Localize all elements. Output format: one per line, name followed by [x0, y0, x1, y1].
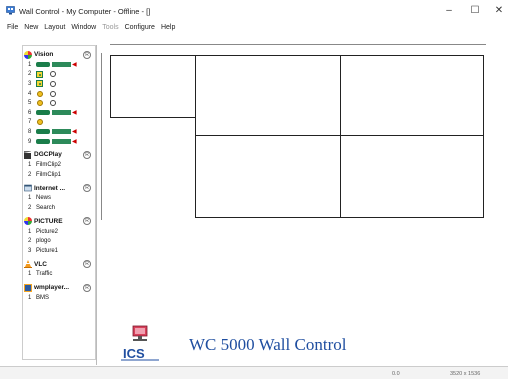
- menu-configure[interactable]: Configure: [125, 24, 155, 36]
- list-item[interactable]: 1 FilmClip2: [23, 160, 95, 170]
- vision-input-row[interactable]: 3: [23, 79, 95, 89]
- wall-screen-window[interactable]: [110, 55, 196, 118]
- list-item[interactable]: 2 FilmClip1: [23, 170, 95, 180]
- menu-help[interactable]: Help: [161, 24, 175, 36]
- red-arrow-icon: ◀: [72, 129, 77, 136]
- title-bar: Wall Control - My Computer - Offline - […: [0, 0, 508, 22]
- minimize-button[interactable]: –: [439, 4, 459, 18]
- group-vision[interactable]: Vision R: [23, 49, 95, 60]
- menu-new[interactable]: New: [24, 24, 38, 36]
- group-picture[interactable]: PICTURE R: [23, 216, 95, 227]
- group-picture-name: PICTURE: [34, 217, 63, 225]
- bulb-icon: [37, 90, 43, 97]
- list-item[interactable]: 2 Search: [23, 203, 95, 213]
- remote-badge-icon: R: [83, 150, 91, 159]
- webcam-icon: [36, 80, 43, 88]
- red-arrow-icon: ◀: [72, 62, 77, 69]
- group-internet[interactable]: Internet ... R: [23, 183, 95, 194]
- list-item[interactable]: 2 plogo: [23, 236, 95, 246]
- bulb-icon: [37, 119, 43, 126]
- remote-badge-icon: R: [83, 50, 91, 59]
- status-resolution: 3520 x 1536: [450, 371, 481, 377]
- camera-icon: [36, 129, 50, 135]
- vision-input-row[interactable]: 6 ◀: [23, 108, 95, 118]
- vision-color-wheel-icon: [24, 50, 32, 59]
- list-item[interactable]: 1 News: [23, 194, 95, 204]
- red-arrow-icon: ◀: [72, 110, 77, 117]
- vision-input-row[interactable]: 9 ◀: [23, 137, 95, 147]
- vision-input-row[interactable]: 7: [23, 118, 95, 128]
- vision-input-row[interactable]: 1 ◀: [23, 60, 95, 70]
- wall-screen-window[interactable]: [340, 55, 484, 136]
- close-button[interactable]: ✕: [489, 4, 508, 18]
- svg-text:ICS: ICS: [123, 346, 145, 361]
- list-item[interactable]: 1 Picture2: [23, 227, 95, 237]
- wall-screen-window[interactable]: [195, 55, 341, 136]
- group-internet-name: Internet ...: [34, 184, 66, 192]
- banner-title: WC 5000 Wall Control: [189, 335, 347, 354]
- splitter[interactable]: [96, 45, 97, 365]
- group-dgcplay[interactable]: DGCPlay R: [23, 149, 95, 160]
- film-icon: [24, 150, 31, 159]
- group-vlc[interactable]: VLC R: [23, 259, 95, 270]
- wall-screen-window[interactable]: [340, 135, 484, 218]
- capture-card-icon: [52, 129, 71, 135]
- wmplayer-icon: [24, 283, 32, 292]
- red-arrow-icon: ◀: [72, 139, 77, 146]
- remote-badge-icon: R: [83, 217, 91, 226]
- status-bar: 0.0 3520 x 1536: [0, 366, 508, 379]
- list-item[interactable]: 3 Picture1: [23, 246, 95, 256]
- webcam-icon: [36, 70, 43, 78]
- product-banner: ICS WC 5000 Wall Control: [117, 325, 449, 362]
- group-vlc-name: VLC: [34, 260, 47, 268]
- disc-icon: [50, 90, 56, 97]
- vlc-cone-icon: [24, 260, 32, 268]
- wall-screen-window[interactable]: [195, 135, 341, 218]
- bulb-icon: [37, 100, 43, 107]
- capture-card-icon: [52, 110, 71, 116]
- list-item[interactable]: 1 Traffic: [23, 270, 95, 280]
- capture-card-icon: [52, 139, 71, 145]
- capture-card-icon: [52, 62, 71, 68]
- group-wmplayer[interactable]: wmplayer... R: [23, 282, 95, 293]
- camera-icon: [36, 110, 50, 116]
- status-zoom: 0.0: [392, 371, 400, 377]
- menu-layout[interactable]: Layout: [44, 24, 65, 36]
- picture-icon: [24, 217, 32, 226]
- window-title: Wall Control - My Computer - Offline - […: [19, 7, 151, 16]
- remote-badge-icon: R: [83, 184, 91, 193]
- remote-badge-icon: R: [83, 283, 91, 292]
- remote-badge-icon: R: [83, 260, 91, 268]
- maximize-button[interactable]: ☐: [465, 4, 485, 18]
- vision-input-row[interactable]: 4: [23, 89, 95, 99]
- disc-icon: [50, 100, 56, 107]
- group-dgcplay-name: DGCPlay: [34, 151, 62, 159]
- vision-input-row[interactable]: 8 ◀: [23, 127, 95, 137]
- disc-icon: [50, 80, 56, 87]
- group-vision-name: Vision: [34, 51, 54, 58]
- camera-icon: [36, 139, 50, 145]
- list-item[interactable]: 1 BMS: [23, 293, 95, 303]
- menu-tools: Tools: [102, 24, 119, 31]
- source-sidebar: Vision R 1 ◀ 2 3 4 5 6 ◀ 7 8 ◀ 9 ◀ DGCPl…: [22, 45, 96, 360]
- menu-bar: File New Layout Window Tools Configure H…: [0, 24, 508, 36]
- menu-file[interactable]: File: [7, 24, 18, 36]
- disc-icon: [50, 71, 56, 78]
- menu-window[interactable]: Window: [71, 24, 96, 36]
- vision-input-row[interactable]: 2: [23, 70, 95, 80]
- internet-icon: [24, 184, 32, 192]
- camera-icon: [36, 62, 50, 68]
- ics-logo: ICS: [121, 325, 159, 361]
- group-wmplayer-name: wmplayer...: [34, 284, 70, 292]
- vision-input-row[interactable]: 5: [23, 98, 95, 108]
- app-icon: [6, 6, 15, 15]
